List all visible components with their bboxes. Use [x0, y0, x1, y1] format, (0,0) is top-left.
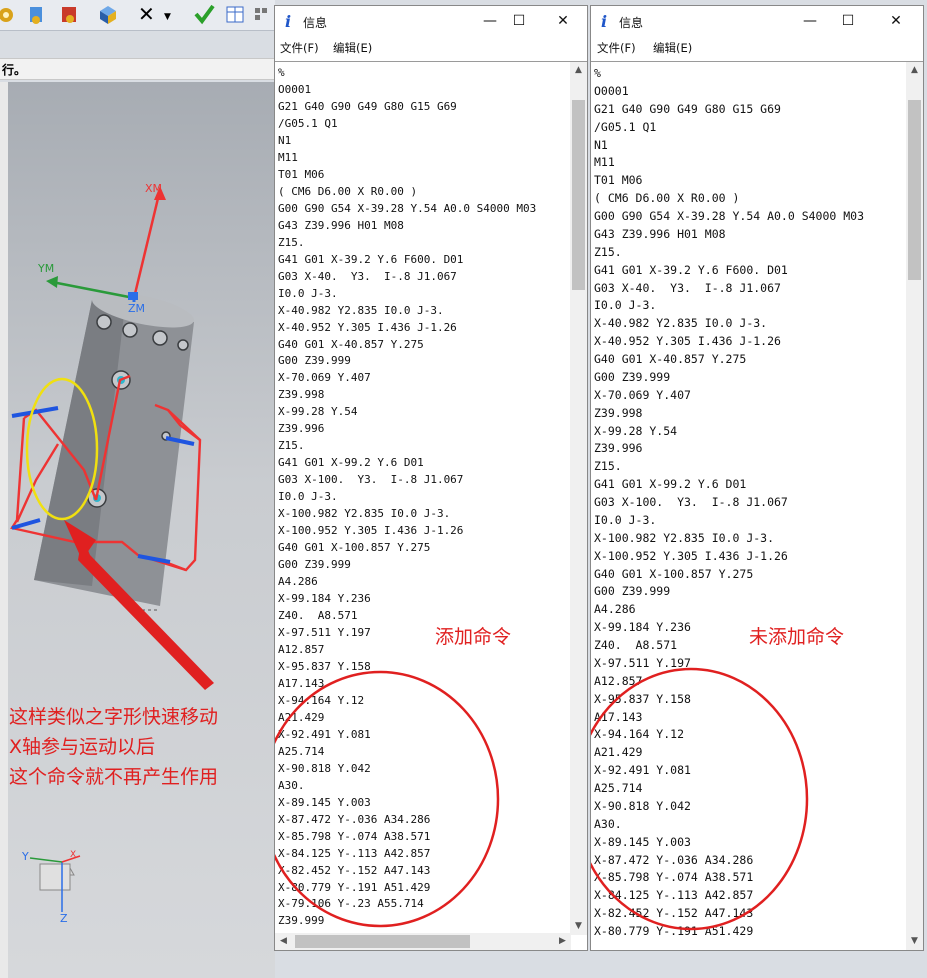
- maximize-button[interactable]: ☐: [504, 10, 534, 32]
- axis-ym-label: YM: [37, 262, 54, 275]
- scroll-thumb[interactable]: [572, 100, 585, 290]
- scroll-down-icon[interactable]: ▼: [570, 918, 587, 935]
- axis-xm: [132, 189, 162, 299]
- note-line-2: X轴参与运动以后: [9, 736, 156, 758]
- annotation-note: 这样类似之字形快速移动 X轴参与运动以后 这个命令就不再产生作用: [9, 702, 218, 792]
- window-title: 信息: [303, 16, 328, 30]
- close-button[interactable]: ✕: [881, 10, 911, 32]
- svg-text:Z: Z: [60, 912, 68, 925]
- maximize-button[interactable]: ☐: [833, 10, 863, 32]
- minimize-button[interactable]: —: [475, 10, 505, 32]
- scroll-up-icon[interactable]: ▲: [906, 62, 923, 79]
- axis-xm-label: XM: [145, 182, 162, 195]
- info-icon: i: [285, 12, 292, 31]
- axis-ym: [51, 280, 135, 300]
- scroll-down-icon[interactable]: ▼: [906, 933, 923, 950]
- title-bar: i 信息 — ☐ ✕: [275, 6, 587, 37]
- menu-edit[interactable]: 编辑(E): [333, 40, 372, 56]
- info-window-left: i 信息 — ☐ ✕ 文件(F) 编辑(E) % O0001 G21 G40 G90…: [274, 5, 588, 951]
- menu-bar: 文件(F) 编辑(E): [591, 37, 923, 59]
- annotation-circle: [275, 670, 500, 928]
- scroll-right-icon[interactable]: ▶: [554, 933, 571, 950]
- menu-edit[interactable]: 编辑(E): [653, 40, 692, 56]
- vertical-scrollbar[interactable]: ▲ ▼: [906, 62, 923, 950]
- scroll-left-icon[interactable]: ◀: [275, 933, 292, 950]
- minimize-button[interactable]: —: [795, 10, 825, 32]
- gcode-text-area[interactable]: % O0001 G21 G40 G90 G49 G80 G15 G69/G05.1 …: [275, 61, 587, 950]
- cam-scene: XM YM ZM Y X Z: [10, 182, 214, 925]
- annotation-circle: [591, 667, 809, 931]
- info-icon: i: [601, 12, 608, 31]
- info-window-right: i 信息 — ☐ ✕ 文件(F) 编辑(E) % O0001 G21 G40 G90…: [590, 5, 924, 951]
- svg-text:X: X: [70, 850, 76, 860]
- svg-text:Y: Y: [21, 850, 29, 863]
- gcode-text-area[interactable]: % O0001 G21 G40 G90 G49 G80 G15 G69/G05.1 …: [591, 61, 923, 950]
- close-button[interactable]: ✕: [548, 10, 578, 32]
- h-scroll-thumb[interactable]: [295, 935, 470, 948]
- vertical-scrollbar[interactable]: ▲ ▼: [570, 62, 587, 935]
- axis-zm-label: ZM: [128, 302, 145, 315]
- menu-file[interactable]: 文件(F): [280, 40, 319, 56]
- title-bar: i 信息 — ☐ ✕: [591, 6, 923, 37]
- scroll-up-icon[interactable]: ▲: [570, 62, 587, 79]
- axis-triad-icon: Y X Z: [21, 850, 81, 925]
- horizontal-scrollbar[interactable]: ◀ ▶: [275, 933, 571, 950]
- scroll-thumb[interactable]: [908, 100, 921, 280]
- menu-file[interactable]: 文件(F): [597, 40, 636, 56]
- window-title: 信息: [619, 16, 644, 30]
- menu-bar: 文件(F) 编辑(E): [275, 37, 587, 59]
- note-line-1: 这样类似之字形快速移动: [9, 706, 219, 728]
- note-line-3: 这个命令就不再产生作用: [9, 766, 219, 788]
